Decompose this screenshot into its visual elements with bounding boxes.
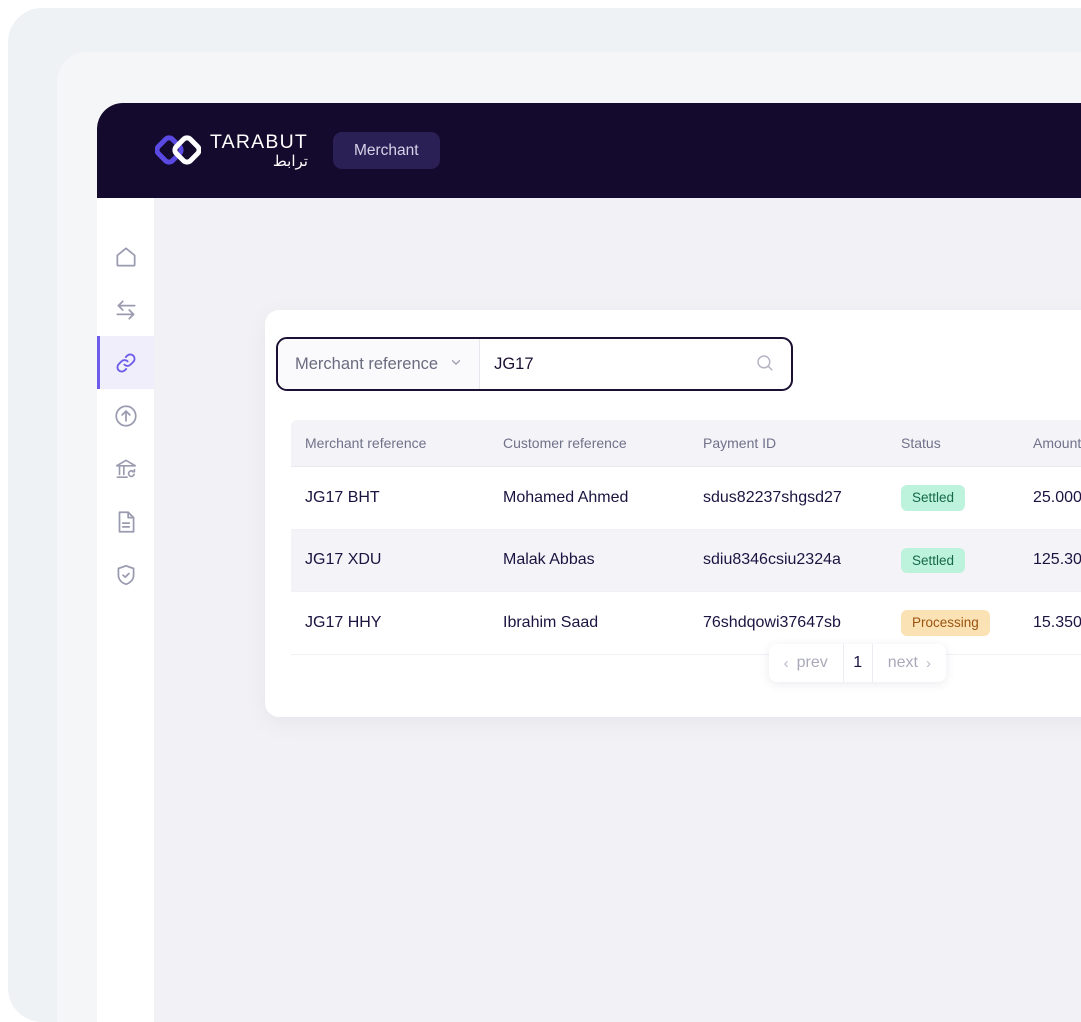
role-pill-merchant[interactable]: Merchant [332,131,440,170]
table-body: JG17 BHT Mohamed Ahmed sdus82237shgsd27 … [291,466,1081,655]
cell-merchant-reference: JG17 HHY [291,591,489,655]
pagination: ‹ prev 1 next › [768,644,946,682]
cell-customer-reference: Ibrahim Saad [489,591,689,655]
cell-customer-reference: Mohamed Ahmed [489,466,689,530]
search-filter-label: Merchant reference [295,354,439,373]
cell-customer-reference: Malak Abbas [489,529,689,592]
pagination-next-label: next [887,654,918,671]
sidebar-item-home[interactable] [97,230,154,283]
content-area: Merchant reference JG17 Merchant referen… [154,198,1081,1022]
table-row[interactable]: JG17 XDU Malak Abbas sdiu8346csiu2324a S… [291,529,1081,592]
table-row[interactable]: JG17 HHY Ibrahim Saad 76shdqowi37647sb P… [291,591,1081,655]
search-bar: Merchant reference [276,337,793,391]
sidebar-item-bank-accounts[interactable] [97,442,154,495]
cell-amount: 25.000 [1019,466,1081,530]
search-icon [754,352,776,377]
app-body: Merchant reference JG17 Merchant referen… [97,198,1081,1022]
cell-amount: 15.350 [1019,591,1081,655]
sidebar-item-payment-links[interactable] [97,336,154,389]
home-icon [113,244,139,270]
transfer-arrows-icon [113,297,139,323]
pagination-page-1[interactable]: 1 [842,644,873,682]
table-header-row: Merchant reference Customer reference Pa… [291,420,1081,467]
status-badge: Settled [901,547,966,573]
table-row[interactable]: JG17 BHT Mohamed Ahmed sdus82237shgsd27 … [291,466,1081,530]
payments-table-wrapper: Merchant reference Customer reference Pa… [291,420,1081,655]
column-header-status[interactable]: Status [887,420,1019,467]
document-icon [113,509,139,535]
tarabut-infinity-logo-icon [154,134,202,168]
cell-merchant-reference: JG17 BHT [291,466,489,530]
column-header-payment-id[interactable]: Payment ID [689,420,887,467]
status-badge: Processing [901,610,990,636]
column-header-merchant-reference[interactable]: Merchant reference [291,420,489,467]
sidebar-item-security[interactable] [97,548,154,601]
arrow-up-circle-icon [113,403,139,429]
cell-status: Settled [887,529,1019,592]
column-header-customer-reference[interactable]: Customer reference [489,420,689,467]
shield-check-icon [113,562,139,588]
cell-amount: 125.300 [1019,529,1081,592]
cell-payment-id: sdus82237shgsd27 [689,466,887,530]
cell-merchant-reference: JG17 XDU [291,529,489,592]
brand-logo[interactable]: TARABUT ترابط [154,132,308,169]
pagination-prev-button[interactable]: ‹ prev [769,644,843,682]
bank-refresh-icon [113,456,139,482]
sidebar-item-payouts[interactable] [97,389,154,442]
brand-latin-text: TARABUT [210,131,308,154]
column-header-amount[interactable]: Amount [1019,420,1081,467]
search-input[interactable] [480,339,739,389]
link-icon [113,350,139,376]
brand-wordmark: TARABUT ترابط [210,132,308,169]
cell-payment-id: sdiu8346csiu2324a [689,529,887,592]
sidebar-nav [97,198,154,1022]
pagination-next-button[interactable]: next › [873,644,946,682]
search-submit-button[interactable] [739,339,791,389]
pagination-prev-label: prev [796,654,828,671]
payments-card: Merchant reference JG17 Merchant referen… [265,310,1081,717]
table-head: Merchant reference Customer reference Pa… [291,420,1081,467]
cell-status: Settled [887,466,1019,530]
payments-table: Merchant reference Customer reference Pa… [291,420,1081,655]
chevron-left-icon: ‹ [783,654,789,672]
sidebar-item-transfers[interactable] [97,283,154,336]
app-window: TARABUT ترابط Merchant Merchant referenc… [97,103,1081,1022]
chevron-right-icon: › [926,654,931,672]
app-header: TARABUT ترابط Merchant [97,103,1081,198]
search-filter-dropdown[interactable]: Merchant reference [278,339,481,389]
sidebar-item-reports[interactable] [97,495,154,548]
chevron-down-icon [449,355,463,374]
brand-arabic-text: ترابط [272,152,308,170]
status-badge: Settled [901,485,966,511]
